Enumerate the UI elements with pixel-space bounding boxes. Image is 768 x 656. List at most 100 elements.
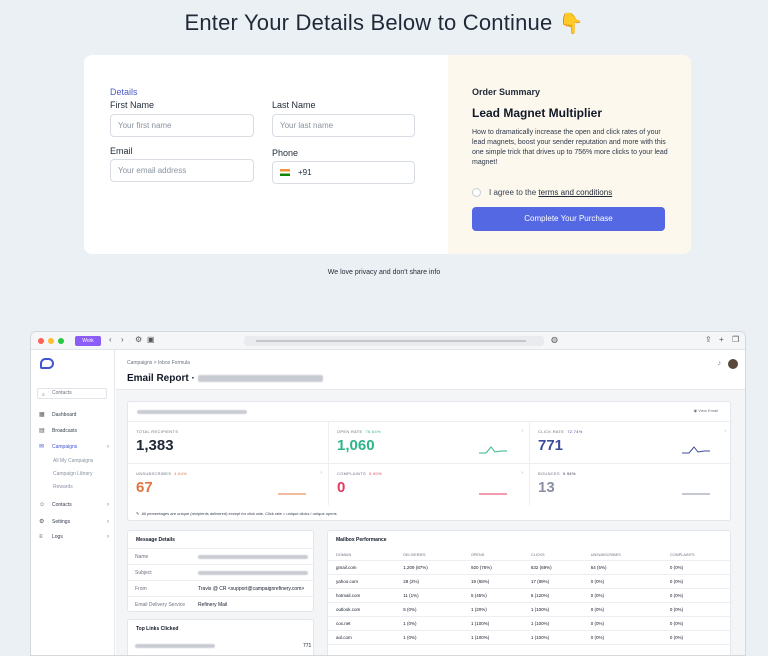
- detail-value: Travis @ CR <support@campaignrefinery.co…: [198, 586, 305, 592]
- stat-label-text: TOTAL RECIPIENTS: [136, 429, 179, 434]
- footnote-text: All percentages are unique (recipients d…: [141, 511, 337, 516]
- detail-row: From Travis @ CR <support@campaignrefiner…: [128, 580, 313, 596]
- agree-text: I agree to the: [489, 188, 537, 197]
- forward-icon[interactable]: ›: [121, 335, 124, 344]
- bell-icon[interactable]: ♪: [718, 360, 722, 367]
- product-description: How to dramatically increase the open an…: [472, 129, 668, 166]
- table-cell: 17 (89%): [522, 574, 583, 589]
- share-icon[interactable]: ⇪: [705, 335, 712, 344]
- table-row: outlook.com 5 (0%) 1 (20%) 1 (100%) 0 (0%) 0 …: [328, 602, 730, 617]
- chevron-right-icon: ›: [107, 443, 109, 450]
- unsubscribes-sparkline: [278, 493, 306, 495]
- table-cell: 0 (0%): [582, 616, 662, 631]
- app-logo-icon[interactable]: [40, 358, 54, 369]
- table-cell: 19 (68%): [462, 574, 523, 589]
- table-cell: 1,209 (87%): [395, 560, 463, 575]
- terms-checkbox[interactable]: [472, 188, 481, 197]
- first-name-input[interactable]: Your first name: [110, 114, 254, 137]
- sidebar: ⌕ Contacts ▦ Dashboard ▤ Broadcasts ✉ Campai…: [31, 350, 115, 655]
- chevron-right-icon[interactable]: ›: [521, 428, 523, 434]
- workspace-badge[interactable]: Work: [75, 336, 101, 346]
- search-placeholder: Contacts: [52, 390, 72, 396]
- table-cell: 0 (0%): [661, 616, 730, 631]
- maximize-window-icon[interactable]: [58, 338, 64, 344]
- sidebar-subitem-all-campaigns[interactable]: All My Campaigns: [53, 458, 93, 464]
- email-input[interactable]: Your email address: [110, 159, 254, 182]
- breadcrumb[interactable]: Campaigns > Inbox Formula: [127, 360, 190, 366]
- detail-key: Subject: [135, 570, 152, 576]
- column-header: DELIVERIES: [395, 550, 463, 561]
- sidebar-item-dashboard[interactable]: ▦ Dashboard: [39, 411, 109, 419]
- table-cell: 0 (0%): [661, 560, 730, 575]
- last-name-input[interactable]: Your last name: [272, 114, 415, 137]
- last-name-label: Last Name: [272, 100, 316, 110]
- detail-row: Email Delivery Service Refinery Mail: [128, 596, 313, 612]
- page-heading: Enter Your Details Below to Continue 👇: [0, 10, 768, 36]
- close-window-icon[interactable]: [38, 338, 44, 344]
- minimize-window-icon[interactable]: [48, 338, 54, 344]
- sidebar-item-label: Broadcasts: [52, 427, 78, 434]
- sidebar-item-logs[interactable]: ≡ Logs ›: [39, 534, 109, 540]
- table-cell: 0 (0%): [661, 588, 730, 603]
- table-cell: 5 (0%): [395, 602, 463, 617]
- message-details-panel: Message Details Name Subject From Travis …: [127, 530, 314, 612]
- column-header: COMPLAINTS: [661, 550, 730, 561]
- stat-value: 0: [337, 479, 346, 496]
- phone-label: Phone: [272, 148, 299, 158]
- stat-open-rate[interactable]: OPEN RATE 76.64% 1,060 ›: [329, 421, 530, 463]
- detail-key: Email Delivery Service: [135, 602, 186, 608]
- stat-label-text: COMPLAINTS: [337, 471, 367, 476]
- sidebar-item-settings[interactable]: ⚙ Settings ›: [39, 518, 109, 526]
- sidebar-item-broadcasts[interactable]: ▤ Broadcasts: [39, 427, 109, 435]
- sidebar-subitem-rewards[interactable]: Rewards: [53, 484, 73, 490]
- stat-rate: 4.84%: [174, 471, 188, 476]
- sidebar-subitem-campaign-library[interactable]: Campaign Library: [53, 471, 92, 477]
- india-flag-icon[interactable]: [280, 169, 290, 177]
- stat-total-recipients[interactable]: TOTAL RECIPIENTS 1,383: [128, 421, 329, 463]
- sidebar-item-contacts[interactable]: ☺ Contacts ›: [39, 502, 109, 508]
- complete-purchase-button[interactable]: Complete Your Purchase: [472, 207, 665, 231]
- stats-footnote: ✎ All percentages are unique (recipients…: [136, 511, 337, 516]
- back-icon[interactable]: ‹: [109, 335, 112, 344]
- new-tab-icon[interactable]: +: [719, 335, 724, 344]
- table-cell: 1 (100%): [522, 630, 583, 645]
- address-bar[interactable]: [244, 336, 544, 346]
- chevron-right-icon[interactable]: ›: [320, 470, 322, 476]
- redacted-name: [198, 555, 308, 559]
- app-screenshot-window: Work ‹ › ⚙ ▣ ◍ ⇪ + ❐ ⌕ Contacts ▦ Dashboar…: [30, 331, 746, 656]
- product-title: Lead Magnet Multiplier: [472, 106, 603, 120]
- heading-text: Enter Your Details Below to Continue: [184, 10, 553, 35]
- click-rate-sparkline: [682, 446, 710, 454]
- privacy-note: We love privacy and don't share info: [327, 269, 441, 276]
- page-title: Email Report ·: [127, 373, 323, 384]
- open-rate-sparkline: [479, 446, 507, 454]
- stat-unsubscribes[interactable]: UNSUBSCRIBES 4.84% 67 ›: [128, 463, 329, 505]
- sidebar-item-label: Contacts: [52, 502, 72, 508]
- mailbox-performance-title: Mailbox Performance: [336, 537, 387, 543]
- sidebar-item-label: Logs: [52, 534, 63, 540]
- phone-input[interactable]: +91: [272, 161, 415, 184]
- view-email-link[interactable]: ◉ View Email: [694, 408, 718, 413]
- avatar[interactable]: [728, 359, 738, 369]
- terms-link[interactable]: terms and conditions: [538, 188, 612, 197]
- globe-icon[interactable]: ◍: [551, 335, 558, 344]
- table-cell: 1 (100%): [462, 630, 523, 645]
- chevron-right-icon[interactable]: ›: [521, 470, 523, 476]
- sidebar-search-input[interactable]: ⌕ Contacts: [37, 388, 107, 399]
- table-cell: 0 (0%): [661, 574, 730, 589]
- sidebar-item-campaigns[interactable]: ✉ Campaigns ›: [39, 443, 109, 451]
- email-label: Email: [110, 146, 133, 156]
- stat-label: CLICK RATE 72.74%: [538, 429, 583, 434]
- stat-bounces[interactable]: BOUNCES 0.94% 13: [530, 463, 732, 505]
- stat-click-rate[interactable]: CLICK RATE 72.74% 771 ›: [530, 421, 732, 463]
- tabs-icon[interactable]: ❐: [732, 335, 739, 344]
- page-title-text: Email Report ·: [127, 373, 195, 384]
- chevron-right-icon[interactable]: ›: [724, 428, 726, 434]
- sidebar-item-label: Settings: [52, 518, 71, 525]
- stat-complaints[interactable]: COMPLAINTS 0.00% 0 ›: [329, 463, 530, 505]
- extension-icon[interactable]: ⚙: [135, 335, 142, 344]
- shield-icon[interactable]: ▣: [147, 335, 155, 344]
- table-cell: aol.com: [328, 630, 396, 645]
- table-row: yahoo.com 28 (2%) 19 (68%) 17 (89%) 0 (0%) 0 …: [328, 574, 730, 589]
- link-row[interactable]: 771: [128, 638, 313, 654]
